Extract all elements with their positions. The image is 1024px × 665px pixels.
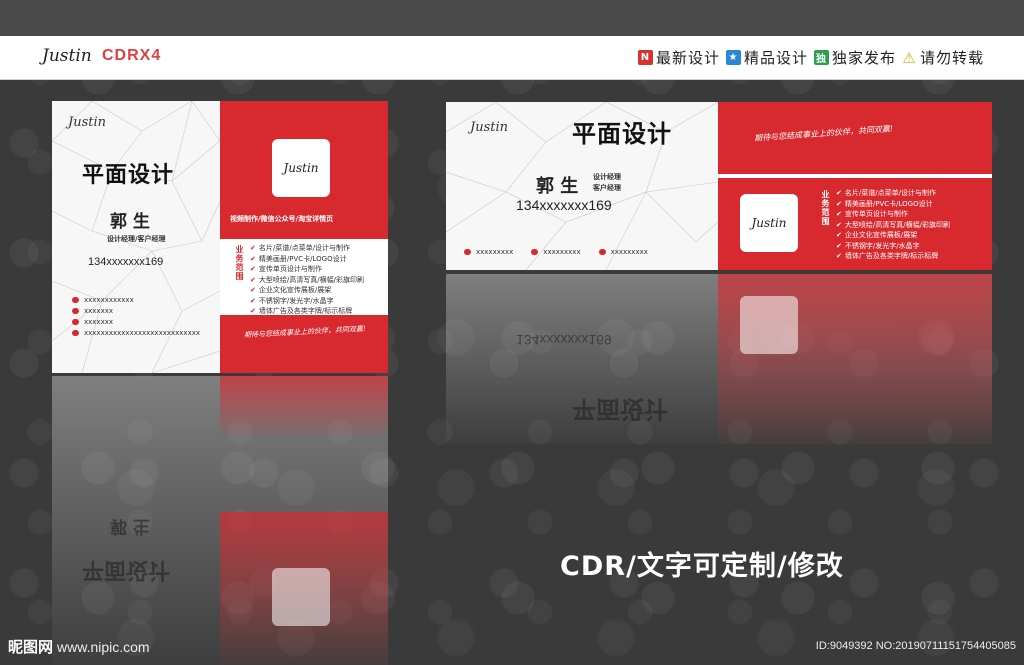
phone-number: 134xxxxxxx169	[516, 197, 612, 213]
check-icon: ✔	[250, 254, 256, 263]
tag-warning: ⚠ 请勿转载	[902, 47, 984, 68]
reflection-logo-box	[272, 568, 330, 626]
service-item: ✔ 宣传单页设计与制作	[250, 265, 322, 273]
reflection-title: 平面设计	[572, 395, 668, 423]
check-icon: ✔	[250, 265, 256, 273]
tag-quality: ★ 精品设计	[725, 47, 808, 68]
person-position: 设计经理/客户经理	[107, 235, 166, 243]
watermark-left: 昵图网 www.nipic.com	[8, 636, 150, 657]
service-item: ✔ 宣传单页设计与制作	[836, 210, 908, 218]
contact-item: xxxxxxx	[72, 305, 200, 316]
services-list: ✔ 名片/菜谱/点菜单/设计与制作 ✔ 精美画册/PVC卡/LOGO设计 ✔ 宣传单页…	[836, 188, 950, 262]
home-icon	[598, 248, 606, 255]
warning-icon: ⚠	[902, 48, 917, 67]
check-icon: ✔	[836, 241, 842, 250]
qq-icon	[72, 307, 79, 314]
service-item: ✔ 名片/菜谱/点菜单/设计与制作	[836, 189, 936, 197]
reflection-logo-box	[740, 296, 798, 354]
check-icon: ✔	[250, 296, 256, 305]
card-script-name: Justin	[470, 120, 509, 135]
slogan: 期待与您结成事业上的伙伴，共同双赢!	[753, 124, 894, 143]
card-front: Justin 平面设计 郭 生 设计经理/客户经理 134xxxxxxx169 …	[52, 101, 220, 373]
service-item: ✔ 不锈钢字/发光字/水晶字	[250, 296, 334, 305]
person-name: 郭 生	[110, 212, 150, 232]
check-icon: ✔	[836, 199, 842, 208]
brand-script: Justin	[42, 46, 92, 66]
watermark-url: www.nipic.com	[57, 638, 150, 655]
check-icon: ✔	[250, 244, 256, 252]
exclusive-icon: 独	[813, 50, 829, 65]
contact-list: xxxxxxxxxxxx xxxxxxx xxxxxxx xxxxxxxxxxx…	[72, 294, 200, 338]
tag-label: 最新设计	[655, 49, 720, 67]
header-tags: N 最新设计 ★ 精品设计 独 独家发布 ⚠ 请勿转载	[637, 47, 984, 68]
service-item: ✔ 企业文化宣传展板/展架	[250, 286, 332, 294]
services-label: 业务范围	[821, 190, 830, 226]
tag-new: N 最新设计	[637, 47, 720, 68]
tag-label: 独家发布	[831, 49, 896, 67]
card-back: Justin 视频制作/微信公众号/淘宝详情页 业务范围 ✔ 名片/菜谱/点菜单/…	[220, 101, 388, 373]
star-icon: ★	[725, 50, 741, 65]
qq-icon	[531, 248, 539, 255]
check-icon: ✔	[250, 286, 256, 294]
watermark-id: ID:9049392 NO:20190711151754405085	[815, 640, 1016, 652]
new-icon: N	[637, 50, 653, 65]
contact-list: xxxxxxxxx xxxxxxxxx xxxxxxxxx	[464, 246, 648, 257]
check-icon: ✔	[250, 275, 256, 284]
contact-item: xxxxxxxxxxxx	[72, 294, 200, 305]
contact-item: xxxxxxx	[72, 316, 200, 327]
services-list: ✔ 名片/菜谱/点菜单/设计与制作 ✔ 精美画册/PVC卡/LOGO设计 ✔ 宣传单页…	[250, 243, 364, 317]
card-script-name: Justin	[68, 115, 107, 130]
white-band	[718, 174, 992, 178]
contact-item: xxxxxxxxxxxxxxxxxxxxxxxxxxxx	[72, 327, 200, 338]
service-item: ✔ 墙体广告及各类字牌/标示标牌	[836, 252, 939, 260]
tag-label: 精品设计	[743, 49, 808, 67]
horizontal-card-reflection: 平面设计 134xxxxxxx169	[446, 274, 992, 444]
service-item: ✔ 名片/菜谱/点菜单/设计与制作	[250, 244, 350, 252]
check-icon: ✔	[836, 210, 842, 218]
person-name: 郭 生	[536, 176, 579, 197]
header-bar: Justin CDRX4 N 最新设计 ★ 精品设计 独 独家发布 ⚠ 请勿转载	[0, 36, 1024, 80]
reflection-name: 郭 生	[110, 516, 150, 536]
contact-item: xxxxxxxxx	[598, 246, 648, 257]
brand-version: CDRX4	[102, 47, 162, 64]
horizontal-business-card: Justin 平面设计 郭 生 设计经理 客户经理 134xxxxxxx169 …	[446, 102, 992, 270]
vertical-business-card: Justin 平面设计 郭 生 设计经理/客户经理 134xxxxxxx169 …	[52, 101, 388, 373]
phone-number: 134xxxxxxx169	[88, 256, 164, 268]
tag-label: 请勿转载	[919, 49, 984, 67]
service-item: ✔ 大型喷绘/高清写真/横幅/彩旗印刷	[250, 275, 364, 284]
person-position: 设计经理	[593, 173, 621, 181]
check-icon: ✔	[836, 252, 842, 260]
address-icon	[72, 329, 79, 336]
logo-box: Justin	[740, 194, 798, 252]
card-front: Justin 平面设计 郭 生 设计经理 客户经理 134xxxxxxx169 …	[446, 102, 718, 270]
contact-item: xxxxxxxxx	[464, 246, 513, 257]
caption: CDR/文字可定制/修改	[560, 551, 844, 582]
reflection-phone: 134xxxxxxx169	[516, 332, 612, 348]
service-item: ✔ 不锈钢字/发光字/水晶字	[836, 241, 920, 250]
person-position-2: 客户经理	[593, 184, 621, 192]
check-icon: ✔	[836, 189, 842, 197]
tag-exclusive: 独 独家发布	[813, 47, 896, 68]
card-back: 期待与您结成事业上的伙伴，共同双赢! Justin 业务范围 ✔ 名片/菜谱/点菜…	[718, 102, 992, 270]
services-label: 业务范围	[235, 245, 244, 281]
service-item: ✔ 企业文化宣传展板/展架	[836, 231, 918, 239]
logo-box: Justin	[272, 139, 330, 197]
wechat-icon	[464, 248, 471, 255]
reflection-title: 平面设计	[82, 557, 171, 582]
service-item: ✔ 精美画册/PVC卡/LOGO设计	[836, 199, 933, 208]
check-icon: ✔	[836, 220, 842, 229]
top-decoration	[0, 0, 1024, 36]
tagline: 视频制作/微信公众号/淘宝详情页	[230, 215, 334, 223]
vertical-card-reflection: 平面设计 郭 生	[52, 376, 388, 665]
phone-icon	[72, 318, 79, 325]
contact-item: xxxxxxxxx	[531, 246, 581, 257]
card-title: 平面设计	[572, 120, 672, 148]
card-title: 平面设计	[82, 163, 175, 188]
wechat-icon	[72, 296, 79, 303]
service-item: ✔ 大型喷绘/高清写真/横幅/彩旗印刷	[836, 220, 950, 229]
watermark-site-name: 昵图网	[8, 638, 54, 656]
check-icon: ✔	[836, 231, 842, 239]
service-item: ✔ 精美画册/PVC卡/LOGO设计	[250, 254, 347, 263]
